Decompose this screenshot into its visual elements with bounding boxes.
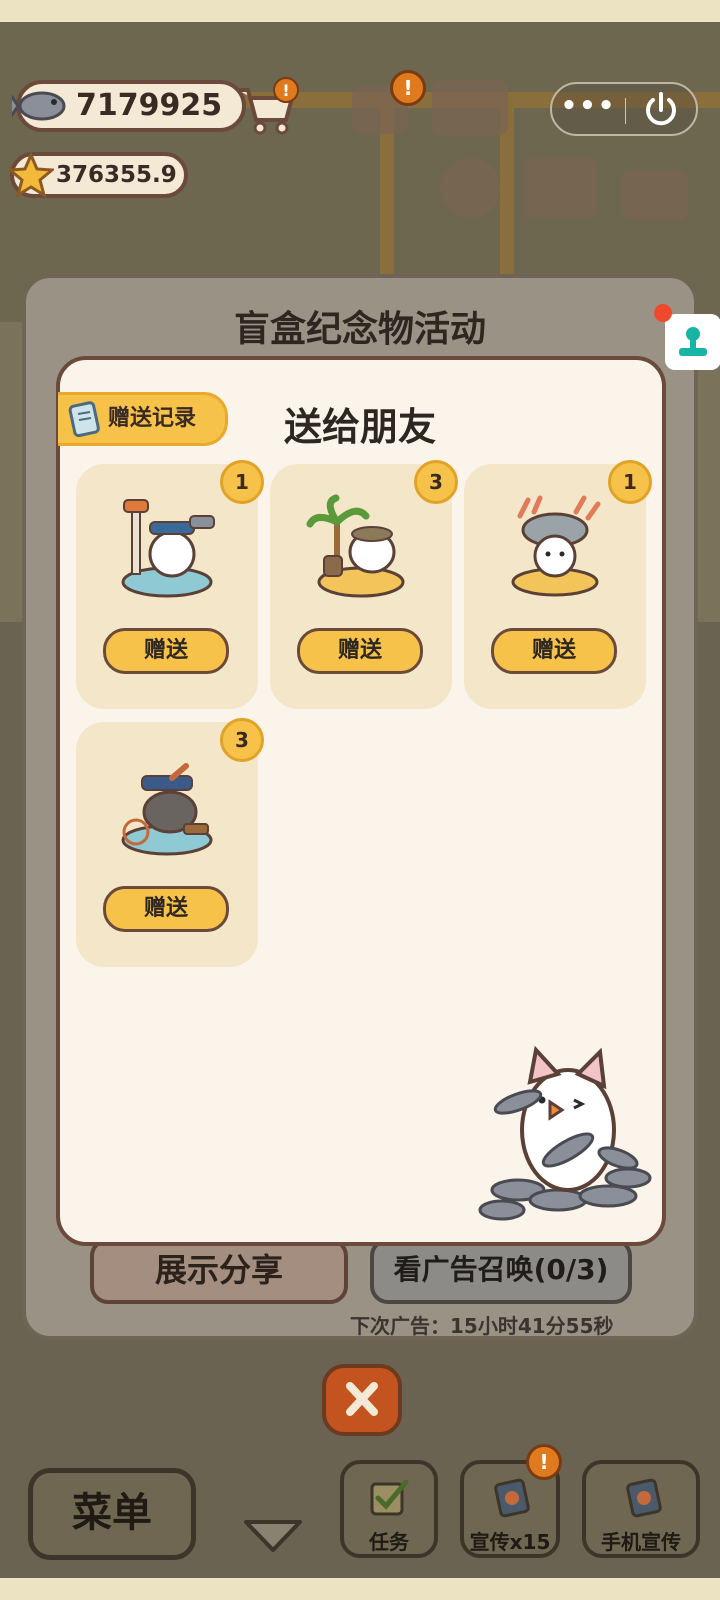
mail-alert-icon: ! [390,70,426,106]
miniapp-capsule: ••• [550,82,698,136]
show-share-button[interactable]: 展示分享 [90,1238,348,1304]
phone-promote-button[interactable]: 手机宣传 [582,1460,700,1558]
svg-text:!: ! [282,81,289,100]
give-button[interactable]: 赠送 [297,628,423,674]
island-palm-cat-souvenir-icon [306,494,405,598]
phone-icon [626,1478,662,1518]
floating-game-button[interactable] [665,314,720,370]
clipboard-icon [68,401,100,438]
promote-label: 宣传x15 [469,1530,551,1554]
chevron-down-icon[interactable] [242,1516,304,1556]
give-button[interactable]: 赠送 [103,628,229,674]
white-cat-holding-fish-icon [478,1045,652,1221]
cat-book-icon[interactable] [432,80,508,136]
gear-icon[interactable] [440,158,500,218]
poster-icon [494,1478,530,1518]
status-bar [0,0,720,22]
tasks-button[interactable]: 任务 [340,1460,438,1558]
item-count-badge: 3 [220,718,264,762]
star-icon [8,152,54,198]
notification-dot [654,304,672,322]
more-options-button[interactable]: ••• [552,84,625,134]
close-icon [346,1382,378,1416]
give-button[interactable]: 赠送 [103,886,229,932]
close-button[interactable] [322,1364,402,1436]
dialog-title: 盲盒纪念物活动 [233,309,486,350]
give-button[interactable]: 赠送 [491,628,617,674]
promote-alert-icon: ! [526,1444,562,1480]
checkbox-icon [370,1479,409,1516]
item-count-badge: 3 [414,460,458,504]
phone-promote-label: 手机宣传 [601,1530,681,1554]
joystick-icon [679,327,707,356]
ranking-podium-icon[interactable] [622,170,688,220]
menu-button[interactable]: 菜单 [28,1468,196,1560]
item-count-badge: 1 [608,460,652,504]
next-ad-timer: 下次广告：15小时41分55秒 [350,1314,614,1338]
tasks-label: 任务 [369,1530,409,1554]
fish-icon [12,91,66,121]
pirate-cat-souvenir-icon [121,763,213,856]
coral-fish-hat-cat-souvenir-icon [511,495,601,597]
item-count-badge: 1 [220,460,264,504]
sailor-cat-souvenir-icon [121,499,215,598]
bottom-edge [0,1578,720,1600]
watch-ad-summon-button[interactable]: 看广告召唤(0/3) [370,1238,632,1304]
panel-title: 送给朋友 [283,405,436,449]
map-icon[interactable] [524,158,598,218]
shop-cart-icon[interactable]: ! [232,76,302,138]
power-exit-icon[interactable] [626,84,696,134]
